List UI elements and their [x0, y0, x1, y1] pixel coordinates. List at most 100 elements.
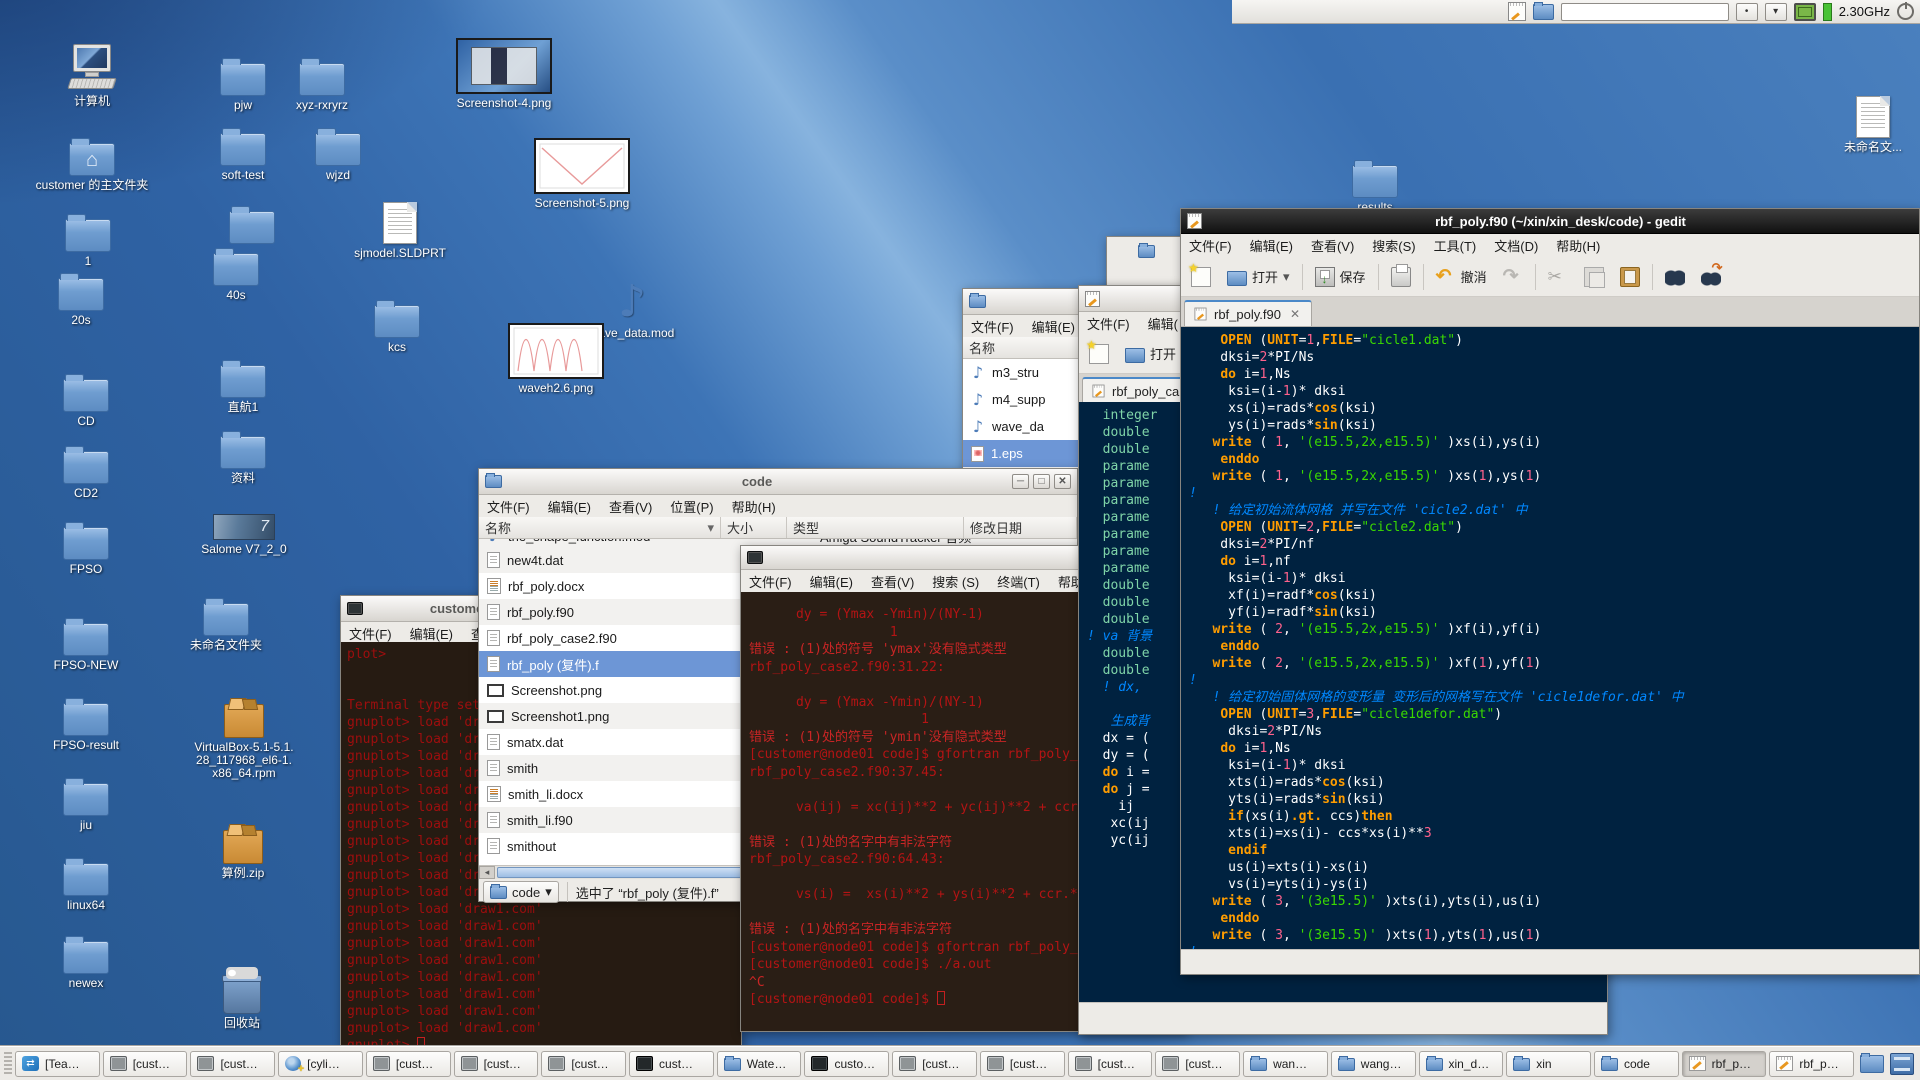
gedit-main-window[interactable]: rbf_poly.f90 (~/xin/xin_desk/code) - ged… — [1180, 208, 1920, 975]
taskbar-grip[interactable] — [4, 1052, 12, 1076]
save-button[interactable]: 保存 — [1311, 265, 1370, 289]
menu-item-位置P[interactable]: 位置(P) — [670, 497, 713, 516]
taskbar-button-cust[interactable]: [cust… — [892, 1051, 977, 1077]
taskbar-button-cust[interactable]: [cust… — [541, 1051, 626, 1077]
menu-item-文件F[interactable]: 文件(F) — [971, 317, 1014, 336]
taskbar-folder-icon[interactable] — [1860, 1055, 1884, 1073]
redo-button[interactable]: ↷ — [1499, 265, 1527, 289]
menu-item-查看V[interactable]: 查看(V) — [871, 572, 914, 591]
menu-item-文件F[interactable]: 文件(F) — [1087, 314, 1130, 333]
taskbar-button-xin_d[interactable]: xin_d… — [1419, 1051, 1504, 1077]
desktop-icon-linux64[interactable]: linux64 — [24, 848, 148, 912]
desktop-icon-xyz-rxryrz[interactable]: xyz-rxryrz — [260, 48, 384, 112]
taskbar-button-cust[interactable]: [cust… — [454, 1051, 539, 1077]
gedit-titlebar[interactable]: rbf_poly.f90 (~/xin/xin_desk/code) - ged… — [1181, 209, 1919, 234]
desktop-icon-直航1[interactable]: 直航1 — [181, 350, 305, 414]
taskbar-button-Tea[interactable]: [Tea… — [15, 1051, 100, 1077]
panel-search-input[interactable] — [1561, 3, 1729, 21]
minimize-button[interactable]: ─ — [1012, 474, 1029, 489]
menu-item-文件F[interactable]: 文件(F) — [349, 624, 392, 643]
desktop-icon-CD[interactable]: CD — [24, 364, 148, 428]
desktop-icon-20s[interactable]: 20s — [19, 263, 143, 327]
taskbar-button-cust[interactable]: [cust… — [980, 1051, 1065, 1077]
desktop-icon-customer 的主文件夹[interactable]: ⌂customer 的主文件夹 — [30, 128, 154, 192]
desktop-icon-VirtualBox-5.1-5.1. 28_117968_el6-1. x86_64.rpm[interactable]: VirtualBox-5.1-5.1. 28_117968_el6-1. x86… — [182, 690, 306, 780]
desktop-icon-未命名文...[interactable]: 未命名文... — [1811, 90, 1920, 154]
taskbar-file-cabinet-icon[interactable] — [1890, 1053, 1914, 1075]
gedit2-tab[interactable]: rbf_poly_ca — [1082, 377, 1188, 403]
taskbar-button-cust[interactable]: [cust… — [103, 1051, 188, 1077]
desktop-icon-FPSO-NEW[interactable]: FPSO-NEW — [24, 608, 148, 672]
desktop-icon-wjzd[interactable]: wjzd — [276, 118, 400, 182]
taskbar-button-cust[interactable]: [cust… — [1068, 1051, 1153, 1077]
power-icon[interactable] — [1897, 3, 1914, 20]
background-window-fragment[interactable] — [1106, 236, 1186, 290]
taskbar-button-Wate[interactable]: Wate… — [717, 1051, 802, 1077]
gedit-code-area[interactable]: OPEN (UNIT=1,FILE="cicle1.dat") dksi=2*P… — [1181, 327, 1919, 949]
column-header-修改日期[interactable]: 修改日期 — [964, 517, 1077, 538]
desktop-icon-未命名文件夹[interactable]: 未命名文件夹 — [164, 588, 288, 652]
taskbar-button-wan[interactable]: wan… — [1243, 1051, 1328, 1077]
desktop-icon-CD2[interactable]: CD2 — [24, 436, 148, 500]
menu-item-编辑E[interactable]: 编辑(E) — [1250, 236, 1293, 255]
taskbar-button-cust[interactable]: cust… — [629, 1051, 714, 1077]
taskbar-button-cust[interactable]: [cust… — [366, 1051, 451, 1077]
menu-item-编辑E[interactable]: 编辑(E) — [810, 572, 853, 591]
find-button[interactable] — [1661, 265, 1689, 289]
taskbar-button-rbf_p[interactable]: rbf_p… — [1769, 1051, 1854, 1077]
menu-item-查看V[interactable]: 查看(V) — [1311, 236, 1354, 255]
menu-item-文件F[interactable]: 文件(F) — [749, 572, 792, 591]
column-header-名称[interactable]: 名称▾ — [479, 517, 721, 538]
menu-item-文件F[interactable]: 文件(F) — [487, 497, 530, 516]
desktop-icon-Screenshot-5.png[interactable]: Screenshot-5.png — [520, 146, 644, 210]
print-button[interactable] — [1387, 265, 1415, 289]
gedit-launcher-icon[interactable] — [1508, 2, 1526, 21]
cut-button[interactable]: ✂ — [1544, 265, 1572, 289]
desktop-icon-FPSO[interactable]: FPSO — [24, 512, 148, 576]
menu-item-编辑[interactable]: 编辑( — [1148, 314, 1178, 333]
menu-item-编辑E[interactable]: 编辑(E) — [548, 497, 591, 516]
desktop-icon-results[interactable]: results — [1313, 150, 1437, 214]
taskbar-button-cyli[interactable]: [cyli… — [278, 1051, 363, 1077]
menu-item-帮助H[interactable]: 帮助(H) — [732, 497, 776, 516]
desktop-icon-FPSO-result[interactable]: FPSO-result — [24, 688, 148, 752]
replace-button[interactable] — [1697, 265, 1725, 289]
panel-dropdown-button[interactable]: ▾ — [1765, 3, 1787, 21]
code-titlebar[interactable]: code ─□✕ — [479, 469, 1077, 495]
open-button[interactable]: 打开▾ — [1223, 265, 1294, 288]
desktop-icon-kcs[interactable]: kcs — [335, 290, 459, 354]
location-dropdown[interactable]: code▾ — [483, 881, 559, 903]
desktop-icon-计算机[interactable]: 计算机 — [30, 44, 154, 108]
taskbar-button-xin[interactable]: xin — [1506, 1051, 1591, 1077]
taskbar-button-code[interactable]: code — [1594, 1051, 1679, 1077]
menu-item-搜索 S[interactable]: 搜索 (S) — [932, 572, 979, 591]
desktop-icon-sjmodel.SLDPRT[interactable]: sjmodel.SLDPRT — [338, 196, 462, 260]
taskbar-button-custo[interactable]: custo… — [804, 1051, 889, 1077]
taskbar-button-cust[interactable]: [cust… — [1155, 1051, 1240, 1077]
taskbar-button-cust[interactable]: [cust… — [190, 1051, 275, 1077]
desktop-icon-jiu[interactable]: jiu — [24, 768, 148, 832]
menu-item-查看V[interactable]: 查看(V) — [609, 497, 652, 516]
taskbar-button-wang[interactable]: wang… — [1331, 1051, 1416, 1077]
desktop-icon-回收站[interactable]: 回收站 — [180, 966, 304, 1030]
menu-item-搜索S[interactable]: 搜索(S) — [1372, 236, 1415, 255]
menu-item-文档D[interactable]: 文档(D) — [1494, 236, 1538, 255]
desktop-icon-waveh2.6.png[interactable]: waveh2.6.png — [494, 331, 618, 395]
desktop-icon-Screenshot-4.png[interactable]: Screenshot-4.png — [442, 46, 566, 110]
desktop-icon-1[interactable]: 1 — [26, 204, 150, 268]
desktop-icon-newex[interactable]: newex — [24, 926, 148, 990]
menu-item-终端T[interactable]: 终端(T) — [997, 572, 1040, 591]
menu-item-文件F[interactable]: 文件(F) — [1189, 236, 1232, 255]
menu-item-工具T[interactable]: 工具(T) — [1434, 236, 1477, 255]
column-header-大小[interactable]: 大小 — [721, 517, 787, 538]
desktop-icon-资料[interactable]: 资料 — [181, 421, 305, 485]
new-document-button[interactable] — [1187, 265, 1215, 289]
open-button[interactable]: 打开 — [1121, 342, 1180, 365]
close-button[interactable]: ✕ — [1054, 474, 1071, 489]
record-button[interactable]: • — [1736, 3, 1758, 21]
menu-item-帮助H[interactable]: 帮助(H) — [1556, 236, 1600, 255]
menu-item-编辑E[interactable]: 编辑(E) — [1032, 317, 1075, 336]
column-header-类型[interactable]: 类型 — [787, 517, 964, 538]
desktop-icon-40s[interactable]: 40s — [174, 238, 298, 302]
scroll-left-arrow[interactable]: ◂ — [479, 866, 495, 879]
